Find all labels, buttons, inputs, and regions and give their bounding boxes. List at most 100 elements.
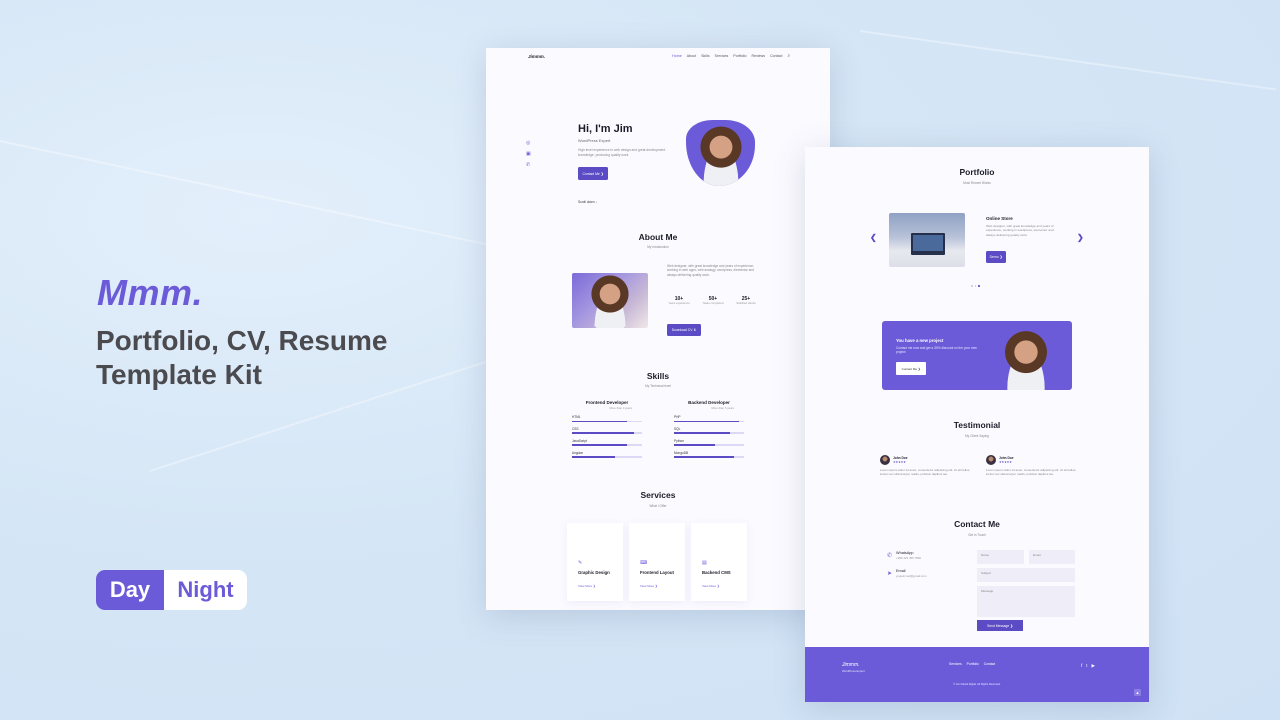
skills-backend: Backend Developer More than 5 years PHP SQL… — [674, 400, 744, 458]
skill-name: PHP — [674, 415, 681, 419]
social-links: ◎ ▣ ✆ — [526, 140, 531, 168]
youtube-icon[interactable]: ▶ — [1092, 663, 1095, 669]
nav-contact[interactable]: Contact — [770, 54, 782, 58]
nav-home[interactable]: Home — [672, 54, 682, 58]
service-card[interactable]: ⌨ Frontend Layout View More ❯ — [629, 523, 685, 601]
skill-item: Python — [674, 439, 744, 446]
carousel-dot[interactable] — [974, 285, 977, 287]
day-night-toggle[interactable]: Day Night — [96, 570, 247, 610]
skill-bar-fill — [674, 444, 715, 446]
name-input[interactable]: Name — [977, 550, 1024, 564]
skill-bar — [674, 444, 744, 446]
stat-tasks: 50+ Tasks completed — [700, 296, 726, 305]
contact-value: youjoinmail@gmail.com — [896, 574, 927, 578]
skill-bar — [572, 420, 642, 422]
skills-title: Skills — [646, 371, 670, 381]
hero-subtitle: WordPress Expert — [578, 138, 611, 143]
skill-name: Angular — [572, 450, 583, 455]
skill-group-title: Backend Developer — [688, 400, 730, 405]
page-preview-home: Jimmm. Home About Skills Services Portfo… — [486, 48, 830, 610]
frontend-icon: ⌨ — [640, 560, 648, 566]
nav-services[interactable]: Services — [715, 54, 729, 58]
view-more-link[interactable]: View More ❯ — [702, 584, 719, 588]
skill-item: HTML — [572, 415, 642, 422]
footer-logo[interactable]: Jimmm. — [842, 662, 860, 668]
nav-skills[interactable]: Skills — [701, 54, 709, 58]
nav-portfolio[interactable]: Portfolio — [733, 54, 746, 58]
send-message-button[interactable]: Send Message ❯ — [977, 620, 1023, 631]
banner-contact-button[interactable]: Contact Me ❯ — [896, 362, 926, 375]
site-logo[interactable]: Jimmm. — [528, 54, 545, 59]
star-rating: ★★★★★ — [999, 460, 1012, 464]
footer-link-contact[interactable]: Contact — [984, 662, 995, 666]
contact-me-button[interactable]: Contact Me ❯ — [578, 167, 608, 180]
skill-bar-fill — [572, 444, 627, 446]
carousel-next-icon[interactable]: ❯ — [1077, 233, 1084, 242]
background-texture — [0, 140, 490, 246]
whatsapp-icon[interactable]: ✆ — [526, 162, 531, 168]
about-photo — [572, 273, 648, 328]
skill-item: SQL — [674, 427, 744, 434]
footer-link-portfolio[interactable]: Portfolio — [967, 662, 979, 666]
top-nav: Jimmm. Home About Skills Services Portfo… — [486, 48, 830, 64]
download-cv-button[interactable]: Download CV ⬇ — [667, 324, 701, 336]
footer-tagline: WordPress Expert — [842, 669, 865, 673]
carousel-prev-icon[interactable]: ❮ — [870, 233, 877, 242]
dribbble-icon[interactable]: ◎ — [526, 140, 531, 146]
message-textarea[interactable]: Message — [977, 586, 1075, 617]
portfolio-subtitle: Most Recent Works — [963, 181, 991, 185]
skills-frontend: Frontend Developer More than 4 years HTML C… — [572, 400, 642, 458]
search-icon[interactable]: ⌕ — [787, 53, 790, 58]
skill-bar — [674, 432, 744, 434]
hero-title: Hi, I'm Jim — [578, 123, 633, 135]
service-card[interactable]: ▤ Backend CMS View More ❯ — [691, 523, 747, 601]
night-mode-option[interactable]: Night — [164, 570, 247, 610]
banner-title: You have a new project — [896, 338, 944, 343]
contact-title: Contact Me — [954, 519, 1000, 529]
facebook-icon[interactable]: f — [1081, 663, 1082, 669]
nav-reviews[interactable]: Reviews — [751, 54, 765, 58]
carousel-dot-active[interactable] — [978, 285, 980, 287]
footer-link-services[interactable]: Services — [949, 662, 962, 666]
star-rating: ★★★★★ — [893, 460, 906, 464]
stat-clients: 25+ Satisfied clients — [733, 296, 759, 305]
kit-title: Portfolio, CV, Resume Template Kit — [96, 325, 388, 390]
skill-group-title: Frontend Developer — [585, 400, 629, 405]
stat-label: Satisfied clients — [736, 301, 756, 305]
scroll-to-top-button[interactable]: ▲ — [1134, 689, 1141, 696]
service-title: Backend CMS — [702, 570, 731, 575]
testimonial-text: Lorem ipsum dolor sit amet, consectetur … — [986, 468, 1077, 477]
skill-bar-fill — [572, 456, 615, 458]
profile-photo — [586, 273, 634, 328]
nav-about[interactable]: About — [687, 54, 696, 58]
testimonial-subtitle: My Client Saying — [965, 434, 989, 438]
skill-bar — [674, 420, 744, 422]
whatsapp-icon: ✆ — [887, 553, 893, 559]
view-more-link[interactable]: View More ❯ — [640, 584, 657, 588]
skill-bar — [572, 432, 642, 434]
carousel-dots — [971, 285, 980, 287]
hero-avatar — [686, 120, 755, 186]
brand-logo: Mmm. — [97, 272, 204, 313]
about-subtitle: My introduction — [647, 245, 669, 249]
day-mode-option[interactable]: Day — [96, 570, 164, 610]
page-preview-portfolio: Portfolio Most Recent Works ❮ Online Sto… — [805, 147, 1149, 702]
service-card[interactable]: ✎ Graphic Design View More ❯ — [567, 523, 623, 601]
avatar — [880, 455, 890, 465]
demo-button[interactable]: Demo ❯ — [986, 251, 1006, 263]
subject-input[interactable]: Subject — [977, 568, 1075, 582]
linkedin-icon[interactable]: ▣ — [526, 151, 531, 157]
stat-label: Tasks completed — [702, 301, 724, 305]
cms-icon: ▤ — [702, 560, 707, 566]
carousel-dot[interactable] — [971, 285, 973, 287]
new-project-banner: You have a new project Contact me now an… — [882, 321, 1072, 390]
footer-links: Services Portfolio Contact — [949, 662, 995, 666]
view-more-link[interactable]: View More ❯ — [578, 584, 595, 588]
skill-bar-fill — [572, 432, 635, 434]
scroll-down-link[interactable]: Scroll down ↓ — [578, 200, 597, 204]
twitter-icon[interactable]: t — [1086, 663, 1087, 669]
skill-name: CSS — [572, 426, 579, 431]
email-input[interactable]: Email — [1029, 550, 1075, 564]
graphic-design-icon: ✎ — [578, 560, 583, 566]
footer-social: f t ▶ — [1081, 663, 1095, 669]
